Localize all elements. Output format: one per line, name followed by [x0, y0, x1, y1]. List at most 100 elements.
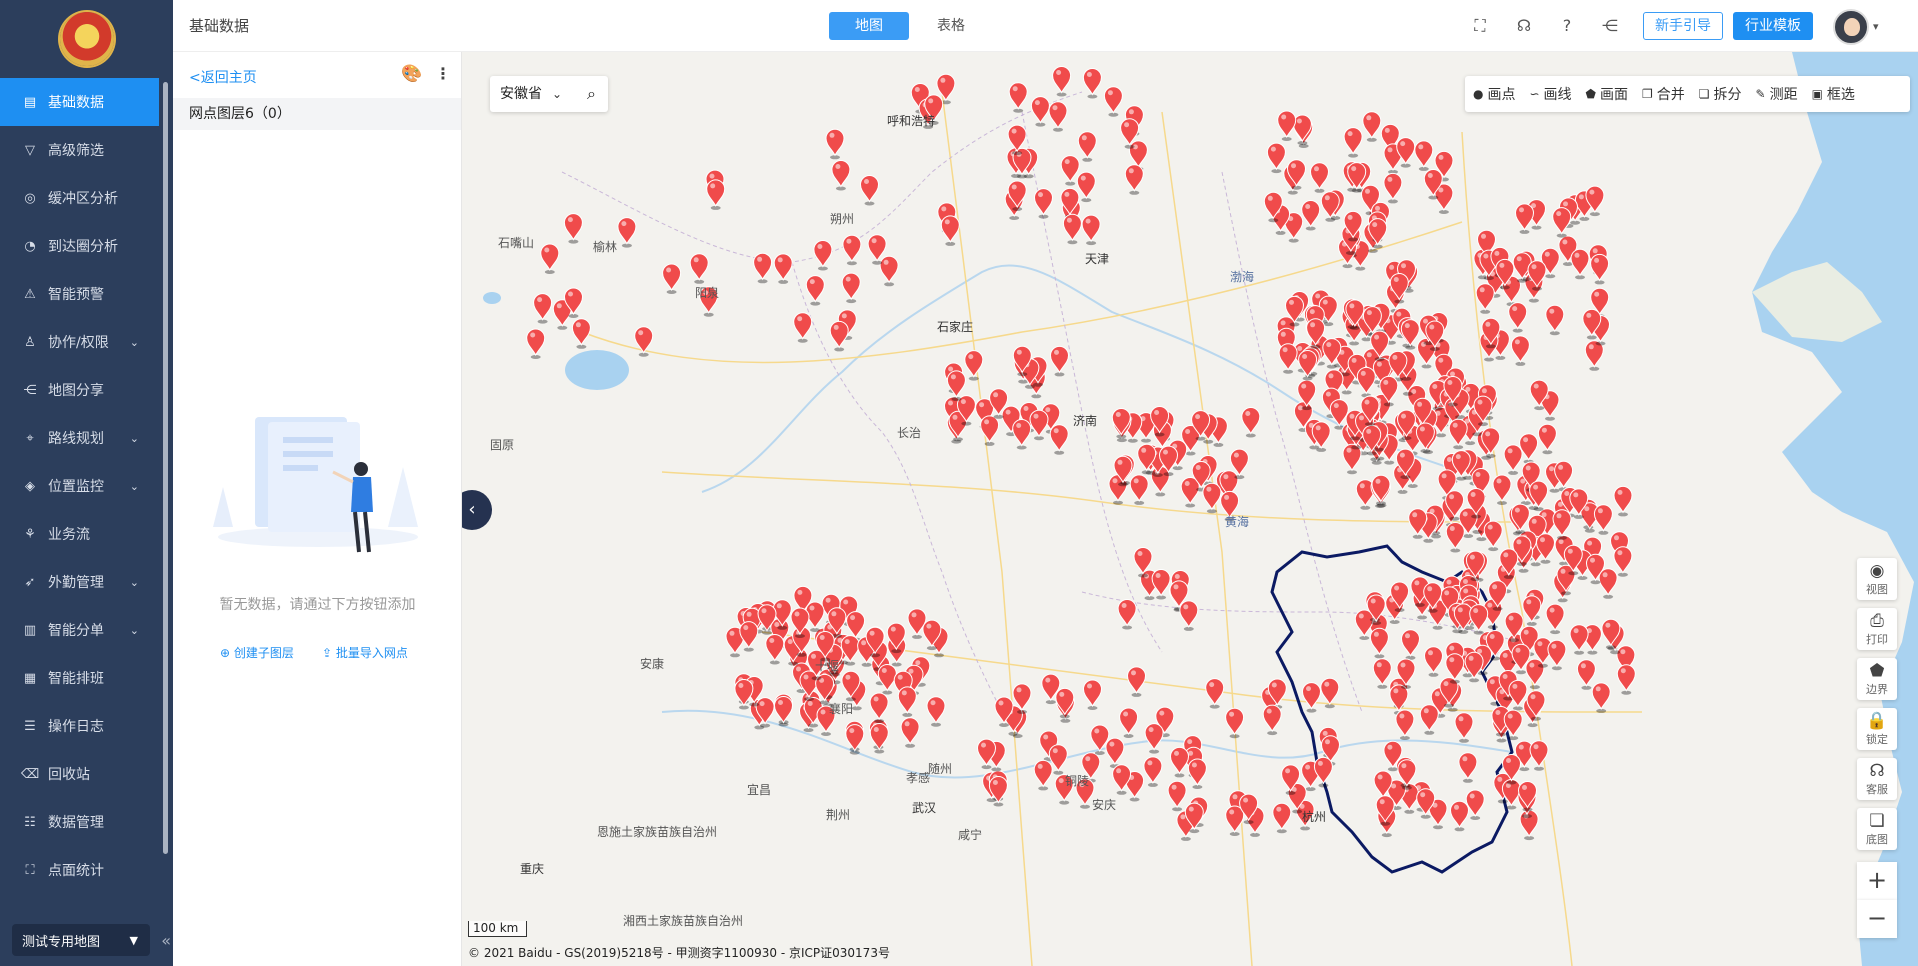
- marker-pin-icon[interactable]: [739, 621, 759, 652]
- marker-pin-icon[interactable]: [940, 215, 960, 246]
- marker-pin-icon[interactable]: [1590, 253, 1610, 285]
- marker-pin-icon[interactable]: [1372, 658, 1392, 689]
- marker-pin-icon[interactable]: [571, 318, 591, 349]
- sidebar-item[interactable]: ♙ 协作/权限 ⌄: [0, 318, 173, 366]
- marker-pin-icon[interactable]: [1362, 111, 1382, 142]
- province-selector[interactable]: 安徽省 ⌄ ⌕: [490, 76, 608, 112]
- marker-pin-icon[interactable]: [1030, 96, 1050, 127]
- sidebar-item[interactable]: ☷ 数据管理: [0, 798, 173, 846]
- marker-pin-icon[interactable]: [533, 293, 553, 324]
- marker-pin-icon[interactable]: [1049, 345, 1070, 377]
- marker-pin-icon[interactable]: [1202, 482, 1222, 514]
- customer-service-button[interactable]: ☊ 客服: [1857, 758, 1897, 800]
- marker-pin-icon[interactable]: [980, 415, 1000, 446]
- marker-pin-icon[interactable]: [1414, 140, 1434, 171]
- marker-pin-icon[interactable]: [1205, 678, 1225, 709]
- beginner-guide-button[interactable]: 新手引导: [1643, 12, 1723, 40]
- marker-pin-icon[interactable]: [805, 275, 825, 306]
- marker-pin-icon[interactable]: [1301, 200, 1321, 231]
- marker-pin-icon[interactable]: [1591, 682, 1611, 713]
- sidebar-item[interactable]: ➶ 外勤管理 ⌄: [0, 558, 173, 606]
- marker-pin-icon[interactable]: [1396, 137, 1416, 168]
- marker-pin-icon[interactable]: [841, 272, 861, 304]
- marker-pin-icon[interactable]: [877, 664, 897, 695]
- marker-pin-icon[interactable]: [1225, 805, 1245, 836]
- marker-pin-icon[interactable]: [1062, 213, 1082, 245]
- batch-import-button[interactable]: ⇪ 批量导入网点: [322, 644, 408, 661]
- marker-pin-icon[interactable]: [1514, 203, 1535, 234]
- marker-pin-icon[interactable]: [1369, 627, 1389, 659]
- marker-pin-icon[interactable]: [1055, 687, 1075, 719]
- marker-pin-icon[interactable]: [1445, 522, 1465, 553]
- sidebar-item[interactable]: ⚠ 智能预警: [0, 270, 173, 318]
- marker-pin-icon[interactable]: [1179, 600, 1199, 631]
- marker-pin-icon[interactable]: [1448, 418, 1468, 450]
- marker-pin-icon[interactable]: [859, 175, 880, 206]
- marker-pin-icon[interactable]: [1458, 752, 1478, 783]
- marker-pin-icon[interactable]: [1492, 474, 1512, 505]
- more-vertical-icon[interactable]: ⋮: [435, 64, 451, 83]
- marker-pin-icon[interactable]: [1081, 214, 1101, 246]
- sidebar-item[interactable]: ☰ 操作日志: [0, 702, 173, 750]
- map-canvas[interactable]: 呼和浩特阿拉善盟张掖石嘴山榆林朔州天津渤海海北藏族自治州西宁海东海南藏族自治州兰…: [462, 52, 1918, 966]
- tool-draw-point[interactable]: ● 画点: [1473, 84, 1515, 104]
- marker-pin-icon[interactable]: [1423, 646, 1444, 677]
- marker-pin-icon[interactable]: [1111, 408, 1131, 439]
- marker-pin-icon[interactable]: [1545, 304, 1565, 336]
- marker-pin-icon[interactable]: [1029, 409, 1049, 441]
- sidebar-item[interactable]: ◔ 到达圈分析: [0, 222, 173, 270]
- marker-pin-icon[interactable]: [1313, 756, 1333, 788]
- marker-pin-icon[interactable]: [1554, 460, 1574, 492]
- sidebar-item[interactable]: ⌖ 路线规划 ⌄: [0, 414, 173, 462]
- marker-pin-icon[interactable]: [1048, 101, 1068, 132]
- palette-icon[interactable]: 🎨: [401, 64, 422, 84]
- avatar[interactable]: [1833, 9, 1869, 45]
- marker-pin-icon[interactable]: [1356, 366, 1376, 398]
- marker-pin-icon[interactable]: [1119, 707, 1139, 738]
- marker-pin-icon[interactable]: [1309, 162, 1330, 193]
- marker-pin-icon[interactable]: [1569, 624, 1589, 655]
- back-home-link[interactable]: <返回主页: [189, 67, 257, 87]
- marker-pin-icon[interactable]: [1408, 508, 1428, 539]
- tool-measure[interactable]: ✎ 测距: [1756, 84, 1798, 104]
- marker-pin-icon[interactable]: [1033, 759, 1053, 791]
- marker-pin-icon[interactable]: [1112, 764, 1132, 795]
- marker-pin-icon[interactable]: [1124, 164, 1144, 195]
- marker-pin-icon[interactable]: [1552, 509, 1572, 540]
- marker-pin-icon[interactable]: [1545, 603, 1565, 635]
- marker-pin-icon[interactable]: [900, 717, 920, 748]
- create-sublayer-button[interactable]: ⊕ 创建子图层: [220, 644, 294, 661]
- marker-pin-icon[interactable]: [1465, 789, 1485, 820]
- sidebar-item[interactable]: ▤ 基础数据: [0, 78, 159, 126]
- marker-pin-icon[interactable]: [1103, 86, 1123, 117]
- headset-icon[interactable]: ☊: [1513, 15, 1535, 37]
- boundary-button[interactable]: ⬟ 边界: [1857, 658, 1897, 700]
- marker-pin-icon[interactable]: [1469, 604, 1489, 635]
- marker-pin-icon[interactable]: [617, 217, 637, 248]
- marker-pin-icon[interactable]: [1049, 424, 1069, 455]
- marker-pin-icon[interactable]: [563, 213, 583, 244]
- marker-pin-icon[interactable]: [1060, 155, 1080, 186]
- search-icon[interactable]: ⌕: [587, 76, 596, 112]
- marker-pin-icon[interactable]: [1277, 110, 1297, 141]
- marker-pin-icon[interactable]: [1475, 283, 1495, 314]
- marker-pin-icon[interactable]: [1187, 758, 1207, 789]
- marker-pin-icon[interactable]: [831, 160, 851, 191]
- sidebar-item[interactable]: ⌫ 回收站: [0, 750, 173, 798]
- print-button[interactable]: ⎙ 打印: [1857, 608, 1897, 650]
- marker-pin-icon[interactable]: [1262, 704, 1282, 736]
- marker-pin-icon[interactable]: [1126, 666, 1147, 697]
- sidebar-scrollbar[interactable]: [163, 82, 168, 854]
- marker-pin-icon[interactable]: [926, 696, 946, 727]
- marker-pin-icon[interactable]: [540, 243, 560, 274]
- marker-pin-icon[interactable]: [1082, 68, 1102, 99]
- marker-pin-icon[interactable]: [1537, 423, 1557, 455]
- marker-pin-icon[interactable]: [1598, 568, 1618, 599]
- marker-pin-icon[interactable]: [1167, 780, 1187, 812]
- marker-pin-icon[interactable]: [1508, 302, 1528, 333]
- marker-pin-icon[interactable]: [773, 696, 794, 727]
- marker-pin-icon[interactable]: [1613, 485, 1633, 517]
- marker-pin-icon[interactable]: [1415, 422, 1435, 453]
- marker-pin-icon[interactable]: [1552, 207, 1572, 238]
- zoom-in-button[interactable]: +: [1857, 862, 1897, 900]
